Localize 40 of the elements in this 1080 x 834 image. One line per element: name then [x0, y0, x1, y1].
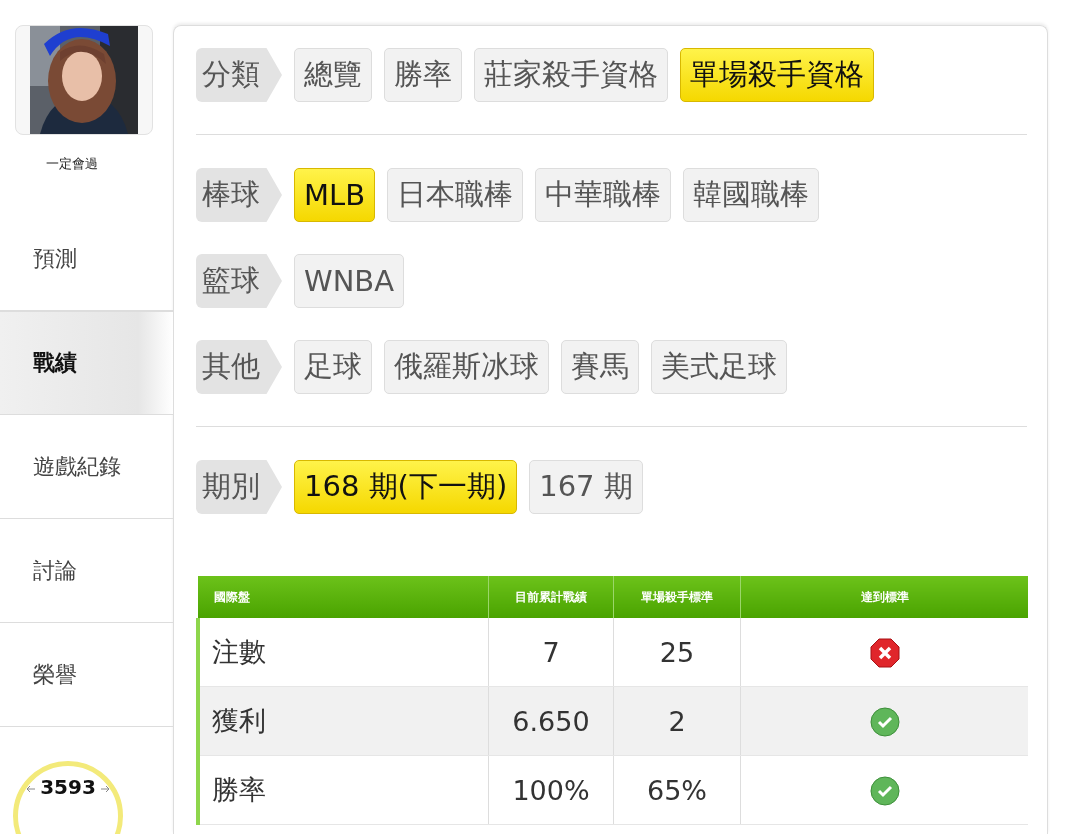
filter-chip[interactable]: MLB: [294, 168, 376, 222]
filter-label: 棒球: [196, 168, 282, 222]
nav-item[interactable]: 遊戲紀錄: [0, 415, 173, 519]
left-arrow-icon: [26, 784, 37, 794]
table-cell: 65%: [613, 755, 741, 825]
table-cell: 25: [613, 618, 741, 687]
filter-label: 分類: [196, 48, 282, 102]
filter-chip[interactable]: 總覽: [294, 48, 372, 102]
filter-chip[interactable]: 足球: [294, 340, 372, 394]
score-number: 3593: [40, 776, 96, 798]
column-header: 國際盤: [198, 576, 489, 618]
nav-item[interactable]: 戰績: [0, 311, 173, 415]
filter-chip[interactable]: 俄羅斯冰球: [384, 340, 549, 394]
filter-chip[interactable]: 167 期: [529, 460, 643, 514]
filter-chip[interactable]: 單場殺手資格: [680, 48, 874, 102]
filter-label: 其他: [196, 340, 282, 394]
column-header: 達到標準: [740, 576, 1028, 618]
filter-chip[interactable]: 日本職棒: [387, 168, 524, 222]
filter-chip[interactable]: 賽馬: [561, 340, 639, 394]
filter-chip[interactable]: 勝率: [384, 48, 462, 102]
column-header: 目前累計戰績: [488, 576, 614, 618]
filter-chip[interactable]: 美式足球: [651, 340, 787, 394]
table-cell: 2: [613, 686, 741, 756]
filter-chip[interactable]: 韓國職棒: [683, 168, 820, 222]
filter-chip[interactable]: 莊家殺手資格: [474, 48, 668, 102]
user-name: 一定會過: [44, 155, 99, 173]
filter-label: 籃球: [196, 254, 282, 308]
filter-chip[interactable]: 中華職棒: [535, 168, 672, 222]
column-header: 單場殺手標準: [613, 576, 741, 618]
filter-chip[interactable]: WNBA: [294, 254, 405, 308]
nav-item[interactable]: 討論: [0, 519, 173, 623]
nav-item[interactable]: 榮譽: [0, 623, 173, 727]
right-arrow-icon: [99, 784, 110, 794]
table-cell: 勝率: [198, 755, 489, 825]
filter-label: 期別: [196, 460, 282, 514]
table-cell: 獲利: [198, 686, 489, 756]
table-cell: 7: [488, 618, 614, 687]
table-cell: 100%: [488, 755, 614, 825]
filter-chip[interactable]: 168 期(下一期): [294, 460, 518, 514]
table-cell: 6.650: [488, 686, 614, 756]
